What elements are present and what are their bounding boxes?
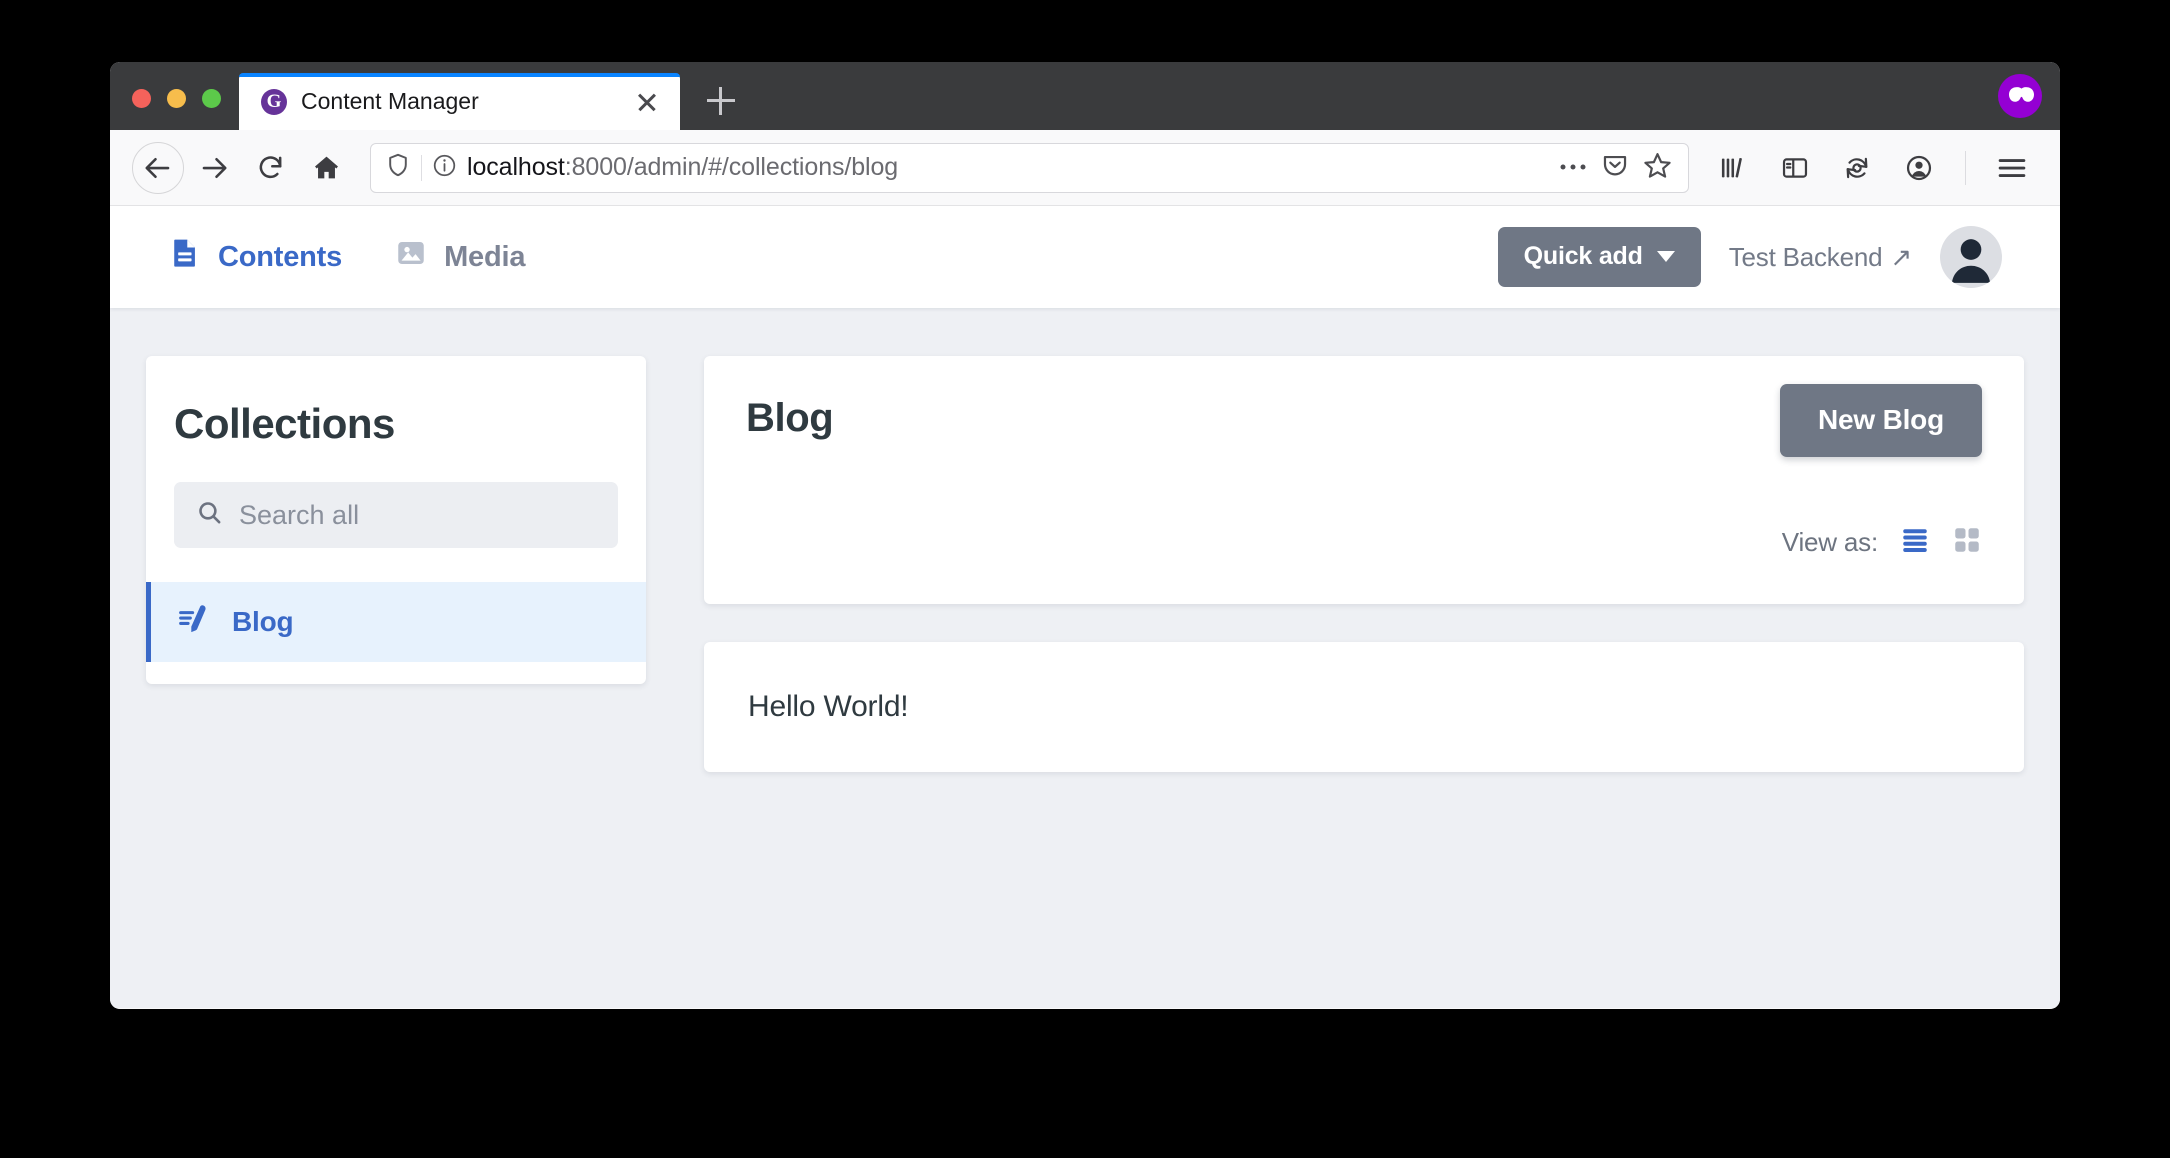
quick-add-button[interactable]: Quick add	[1498, 227, 1701, 287]
collections-title: Collections	[146, 400, 646, 448]
url-path: :8000/admin/#/collections/blog	[565, 153, 898, 181]
url-action-icons	[1559, 151, 1676, 185]
app-header-actions: Quick add Test Backend ↗	[1498, 226, 2002, 288]
url-divider	[421, 155, 422, 181]
new-blog-button[interactable]: New Blog	[1780, 384, 1982, 457]
app-nav: Contents Media	[168, 236, 525, 278]
close-window-button[interactable]	[132, 89, 151, 108]
browser-window: G Content Manager	[110, 62, 2060, 1009]
tracking-shield-icon[interactable]	[385, 152, 411, 183]
forward-icon[interactable]	[188, 142, 240, 194]
back-icon[interactable]	[132, 142, 184, 194]
chevron-down-icon	[1657, 251, 1675, 262]
browser-tab[interactable]: G Content Manager	[239, 73, 680, 130]
tab-title: Content Manager	[301, 88, 616, 115]
document-icon	[168, 236, 202, 278]
sidebar-item-blog[interactable]: Blog	[146, 582, 646, 662]
collections-sidebar: Collections	[146, 356, 646, 684]
grid-view-icon[interactable]	[1952, 525, 1982, 560]
url-text[interactable]: localhost:8000/admin/#/collections/blog	[467, 153, 1549, 182]
sidebar-item-blog-label: Blog	[232, 606, 293, 638]
library-icon[interactable]	[1707, 142, 1759, 194]
window-controls	[110, 89, 239, 130]
tab-strip: G Content Manager	[110, 62, 2060, 130]
account-icon[interactable]	[1893, 142, 1945, 194]
toolbar-divider	[1965, 151, 1966, 185]
home-icon[interactable]	[300, 142, 352, 194]
test-backend-label: Test Backend	[1729, 242, 1883, 273]
user-avatar[interactable]	[1940, 226, 2002, 288]
url-bar[interactable]: localhost:8000/admin/#/collections/blog	[370, 143, 1689, 193]
toolbar-right-icons	[1707, 142, 2038, 194]
sidebar-icon[interactable]	[1769, 142, 1821, 194]
maximize-window-button[interactable]	[202, 89, 221, 108]
app-header: Contents Media Quick add	[110, 206, 2060, 308]
page-viewport: Contents Media Quick add	[110, 206, 2060, 1008]
search-input[interactable]	[239, 500, 596, 531]
page-actions-ellipsis-icon[interactable]	[1559, 159, 1587, 177]
write-pen-icon	[176, 602, 210, 643]
nav-item-contents[interactable]: Contents	[168, 236, 342, 278]
collection-header: Blog New Blog View as:	[704, 356, 2024, 604]
close-tab-icon[interactable]	[630, 85, 664, 119]
quick-add-label: Quick add	[1524, 242, 1643, 271]
page-info-icon[interactable]	[432, 153, 457, 183]
test-backend-link[interactable]: Test Backend ↗	[1729, 242, 1912, 273]
list-view-icon[interactable]	[1900, 525, 1930, 560]
bookmark-star-icon[interactable]	[1643, 151, 1672, 185]
entry-title: Hello World!	[748, 690, 908, 724]
image-icon	[394, 236, 428, 278]
nav-item-media[interactable]: Media	[394, 236, 525, 278]
minimize-window-button[interactable]	[167, 89, 186, 108]
nav-item-media-label: Media	[444, 241, 525, 274]
browser-toolbar: localhost:8000/admin/#/collections/blog	[110, 130, 2060, 206]
search-icon	[196, 499, 223, 531]
new-blog-label: New Blog	[1818, 404, 1944, 435]
page-content: Collections	[110, 308, 2060, 772]
mask-icon[interactable]	[1998, 74, 2042, 118]
nav-item-contents-label: Contents	[218, 241, 342, 274]
gatsby-logo-icon: G	[261, 89, 287, 115]
main-column: Blog New Blog View as:	[704, 356, 2024, 772]
view-as-control: View as:	[1782, 525, 1982, 560]
external-link-arrow-icon: ↗	[1890, 242, 1912, 273]
pocket-icon[interactable]	[1601, 151, 1629, 184]
entry-card[interactable]: Hello World!	[704, 642, 2024, 772]
view-as-label: View as:	[1782, 527, 1878, 558]
collection-header-panel: Blog New Blog View as:	[704, 356, 2024, 604]
url-host: localhost	[467, 153, 565, 181]
new-tab-button[interactable]	[696, 76, 746, 126]
sync-icon[interactable]	[1831, 142, 1883, 194]
search-all-box[interactable]	[174, 482, 618, 548]
reload-icon[interactable]	[244, 142, 296, 194]
app-menu-icon[interactable]	[1986, 142, 2038, 194]
